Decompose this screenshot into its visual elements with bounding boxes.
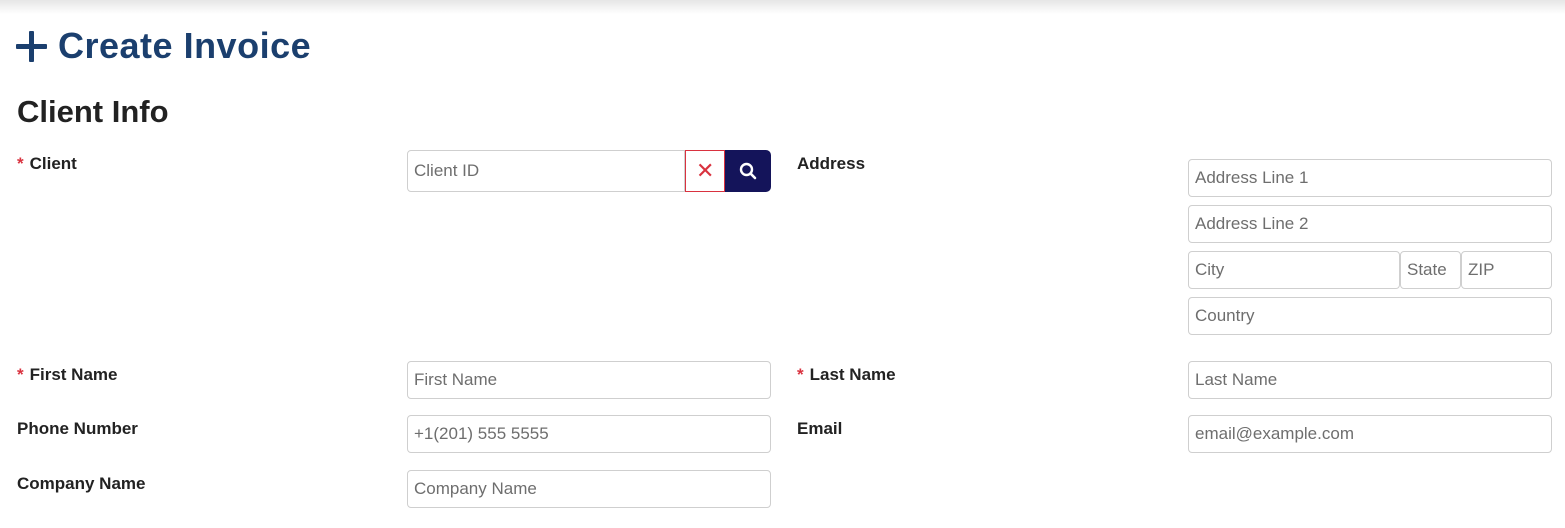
create-invoice-page: Create Invoice Client Info * Client ✕ Add… <box>0 0 1565 528</box>
company-name-input[interactable] <box>407 470 771 508</box>
country-input[interactable] <box>1188 297 1552 335</box>
page-title-text: Create Invoice <box>58 25 312 66</box>
address-line2-input[interactable] <box>1188 205 1552 243</box>
search-client-button[interactable] <box>725 150 771 192</box>
email-label: Email <box>797 419 843 438</box>
search-icon <box>739 162 757 180</box>
last-name-label: * Last Name <box>797 365 896 385</box>
clear-client-button[interactable]: ✕ <box>685 150 726 192</box>
phone-number-label: Phone Number <box>17 419 138 438</box>
client-input-group: ✕ <box>407 150 771 192</box>
plus-icon <box>16 30 47 62</box>
client-label: * Client <box>17 154 77 174</box>
required-marker: * <box>797 365 804 384</box>
first-name-input[interactable] <box>407 361 771 399</box>
zip-input[interactable] <box>1461 251 1552 289</box>
required-marker: * <box>17 365 24 384</box>
address-line1-input[interactable] <box>1188 159 1552 197</box>
close-icon: ✕ <box>695 158 715 183</box>
required-marker: * <box>17 154 24 173</box>
section-title: Client Info <box>17 94 169 129</box>
city-input[interactable] <box>1188 251 1400 289</box>
page-title: Create Invoice <box>16 24 311 68</box>
client-id-input[interactable] <box>407 150 686 192</box>
top-shadow <box>0 0 1565 14</box>
first-name-label-text: First Name <box>29 365 118 384</box>
phone-number-input[interactable] <box>407 415 771 453</box>
state-input[interactable] <box>1400 251 1461 289</box>
address-label: Address <box>797 154 866 173</box>
client-label-text: Client <box>29 154 77 173</box>
last-name-label-text: Last Name <box>809 365 896 384</box>
company-name-label: Company Name <box>17 474 146 493</box>
email-input[interactable] <box>1188 415 1552 453</box>
first-name-label: * First Name <box>17 365 118 385</box>
last-name-input[interactable] <box>1188 361 1552 399</box>
